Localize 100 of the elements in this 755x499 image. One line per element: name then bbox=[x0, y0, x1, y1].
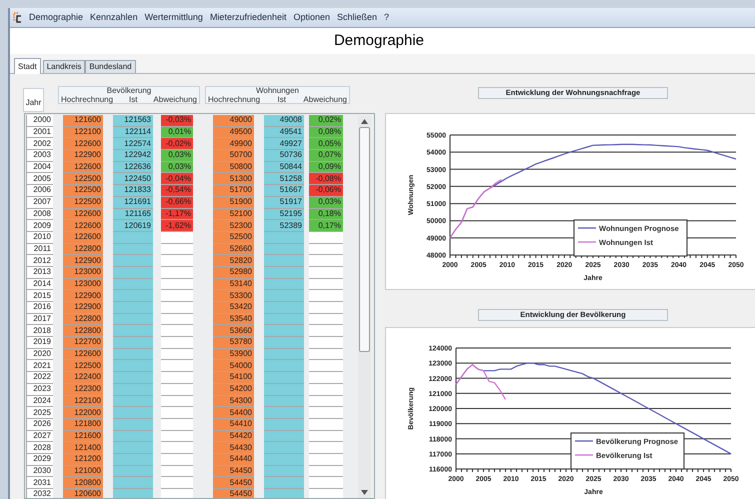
deviation-cell: -1,17% bbox=[161, 208, 193, 220]
column-header: Ist bbox=[129, 95, 138, 104]
deviation-cell bbox=[309, 477, 343, 489]
scrollbar[interactable] bbox=[358, 116, 371, 498]
deviation-cell bbox=[309, 430, 343, 442]
deviation-cell bbox=[309, 232, 343, 244]
actual-cell bbox=[113, 290, 153, 302]
deviation-cell bbox=[309, 418, 343, 431]
deviation-cell bbox=[309, 442, 343, 454]
actual-cell bbox=[113, 337, 153, 349]
actual-cell bbox=[113, 396, 153, 408]
deviation-cell bbox=[161, 407, 193, 419]
year-cell: 2014 bbox=[26, 278, 53, 290]
actual-cell bbox=[113, 360, 153, 372]
year-cell: 2013 bbox=[26, 266, 53, 279]
forecast-cell: 49500 bbox=[213, 126, 254, 138]
deviation-cell bbox=[309, 290, 343, 302]
forecast-cell: 50700 bbox=[213, 150, 254, 162]
deviation-cell bbox=[161, 384, 193, 396]
year-cell: 2022 bbox=[26, 372, 53, 384]
forecast-cell: 51900 bbox=[213, 196, 254, 208]
forecast-cell: 52660 bbox=[213, 244, 254, 256]
actual-cell bbox=[113, 278, 153, 290]
tab[interactable]: Landkreis bbox=[42, 60, 86, 73]
forecast-cell: 122600 bbox=[63, 232, 103, 244]
deviation-cell bbox=[161, 290, 193, 302]
menu-item[interactable]: Optionen bbox=[293, 13, 330, 22]
deviation-cell bbox=[161, 396, 193, 408]
forecast-cell: 122500 bbox=[63, 360, 103, 372]
deviation-cell bbox=[161, 489, 193, 498]
deviation-cell bbox=[161, 454, 193, 466]
tab[interactable]: Bundesland bbox=[85, 60, 136, 73]
forecast-cell: 121600 bbox=[63, 115, 103, 127]
menu-item[interactable]: Schließen bbox=[337, 13, 378, 22]
menu-item[interactable]: Mieterzufriedenheit bbox=[210, 13, 286, 22]
actual-cell bbox=[264, 477, 304, 489]
deviation-cell: 0,18% bbox=[309, 208, 343, 220]
year-cell: 2001 bbox=[26, 126, 53, 138]
year-cell: 2030 bbox=[26, 466, 53, 478]
forecast-cell: 122000 bbox=[63, 407, 103, 419]
actual-cell: 122942 bbox=[113, 150, 153, 162]
menu-item[interactable]: Demographie bbox=[29, 13, 84, 22]
actual-cell bbox=[113, 325, 153, 338]
year-cell: 2032 bbox=[26, 489, 53, 498]
forecast-cell: 49900 bbox=[213, 138, 254, 150]
forecast-cell: 52500 bbox=[213, 232, 254, 244]
deviation-cell bbox=[309, 454, 343, 466]
deviation-cell: -1,62% bbox=[161, 220, 193, 232]
forecast-cell: 121400 bbox=[63, 442, 103, 454]
year-cell: 2003 bbox=[26, 150, 53, 162]
deviation-cell: -0,06% bbox=[309, 185, 343, 197]
forecast-cell: 123000 bbox=[63, 278, 103, 290]
actual-cell bbox=[113, 266, 153, 279]
year-cell: 2031 bbox=[26, 477, 53, 489]
tab[interactable]: Stadt bbox=[14, 58, 41, 74]
year-cell: 2016 bbox=[26, 302, 53, 314]
year-cell: 2019 bbox=[26, 337, 53, 349]
year-cell: 2000 bbox=[26, 115, 53, 127]
forecast-cell: 53300 bbox=[213, 290, 254, 302]
actual-cell bbox=[264, 442, 304, 454]
forecast-cell: 52820 bbox=[213, 255, 254, 267]
year-cell: 2025 bbox=[26, 407, 53, 419]
actual-cell: 120619 bbox=[113, 220, 153, 232]
actual-cell: 122114 bbox=[113, 126, 153, 138]
actual-cell bbox=[264, 360, 304, 372]
menu-item[interactable]: ? bbox=[384, 13, 390, 22]
scroll-down-arrow-icon[interactable] bbox=[361, 490, 368, 495]
actual-cell bbox=[264, 348, 304, 360]
deviation-cell bbox=[309, 407, 343, 419]
forecast-cell: 53420 bbox=[213, 302, 254, 314]
forecast-cell: 54450 bbox=[213, 466, 254, 478]
forecast-cell: 122400 bbox=[63, 372, 103, 384]
actual-cell bbox=[113, 477, 153, 489]
deviation-cell bbox=[309, 278, 343, 290]
forecast-cell: 50800 bbox=[213, 162, 254, 174]
forecast-cell: 54000 bbox=[213, 360, 254, 372]
deviation-cell bbox=[309, 360, 343, 372]
forecast-cell: 54450 bbox=[213, 489, 254, 498]
actual-cell bbox=[264, 290, 304, 302]
forecast-cell: 122800 bbox=[63, 244, 103, 256]
deviation-cell bbox=[161, 418, 193, 431]
actual-cell bbox=[113, 314, 153, 326]
deviation-cell: 0,08% bbox=[309, 126, 343, 138]
forecast-cell: 52300 bbox=[213, 220, 254, 232]
actual-cell bbox=[264, 396, 304, 408]
deviation-cell bbox=[309, 372, 343, 384]
deviation-cell bbox=[161, 302, 193, 314]
deviation-cell: -0,04% bbox=[161, 173, 193, 186]
actual-cell: 122574 bbox=[113, 138, 153, 150]
actual-cell: 122636 bbox=[113, 162, 153, 174]
forecast-cell: 54440 bbox=[213, 454, 254, 466]
actual-cell bbox=[113, 348, 153, 360]
forecast-cell: 49000 bbox=[213, 115, 254, 127]
scroll-up-arrow-icon[interactable] bbox=[361, 119, 368, 124]
menu-item[interactable]: Kennzahlen bbox=[90, 13, 138, 22]
forecast-cell: 54100 bbox=[213, 372, 254, 384]
forecast-cell: 53780 bbox=[213, 337, 254, 349]
actual-cell bbox=[113, 244, 153, 256]
menu-item[interactable]: Wertermittlung bbox=[144, 13, 203, 22]
deviation-cell bbox=[309, 348, 343, 360]
